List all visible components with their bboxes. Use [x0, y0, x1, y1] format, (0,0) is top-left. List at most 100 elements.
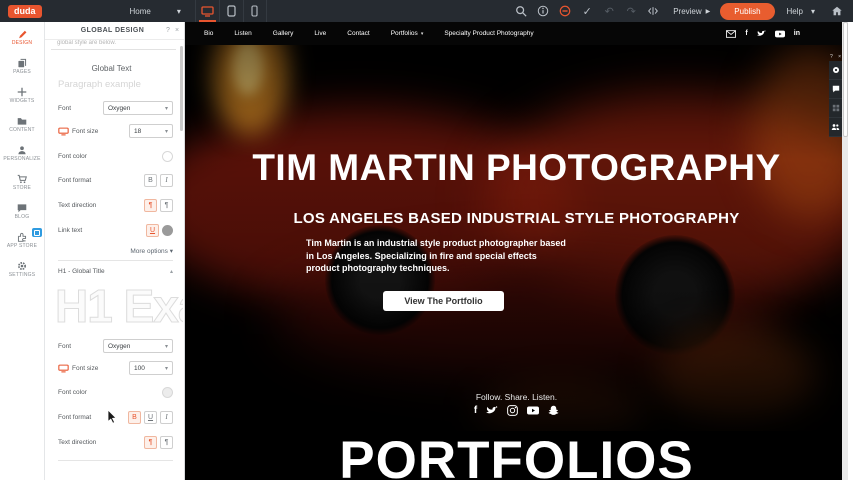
- preview-button[interactable]: Preview ▶: [673, 7, 710, 16]
- h1-font-size-select[interactable]: 100 ▾: [129, 361, 173, 375]
- nav-link-specialty[interactable]: Specialty Product Photography: [444, 30, 533, 37]
- rail-close-icon[interactable]: ×: [838, 54, 841, 60]
- nav-link-listen[interactable]: Listen: [234, 30, 251, 37]
- nav-link-gallery[interactable]: Gallery: [273, 30, 294, 37]
- text-direction-rtl-button[interactable]: ¶: [160, 436, 173, 449]
- sidebar-item-blog[interactable]: BLOG: [0, 198, 44, 225]
- sidebar-item-label: STORE: [13, 185, 31, 191]
- linkedin-icon[interactable]: in: [794, 30, 800, 37]
- facebook-icon[interactable]: f: [745, 30, 747, 37]
- layers-icon[interactable]: [829, 99, 842, 118]
- font-label: Font: [58, 105, 71, 112]
- undo-icon[interactable]: ↶: [599, 1, 619, 21]
- bold-button[interactable]: B: [128, 411, 141, 424]
- text-direction-rtl-button[interactable]: ¶: [160, 199, 173, 212]
- top-bar: duda Home ▾: [0, 0, 853, 22]
- sidebar-item-label: WIDGETS: [10, 98, 35, 104]
- paragraph-font-size-select[interactable]: 18 ▾: [129, 124, 173, 138]
- chevron-down-icon: ▾: [165, 365, 168, 372]
- text-direction-ltr-button[interactable]: ¶: [144, 436, 157, 449]
- help-button[interactable]: Help ▾: [787, 7, 815, 16]
- site-preview-canvas: Bio Listen Gallery Live Contact Portfoli…: [185, 22, 848, 480]
- italic-button[interactable]: I: [160, 174, 173, 187]
- nav-link-bio[interactable]: Bio: [204, 30, 213, 37]
- link-color-swatch[interactable]: [162, 225, 173, 236]
- tablet-view-button[interactable]: [219, 0, 243, 22]
- youtube-icon[interactable]: [527, 406, 539, 415]
- page-selector[interactable]: Home ▾: [130, 7, 181, 16]
- link-underline-button[interactable]: U: [146, 224, 159, 237]
- publish-button[interactable]: Publish: [720, 3, 774, 20]
- play-icon: ▶: [706, 8, 711, 15]
- dev-mode-icon[interactable]: [643, 1, 663, 21]
- font-color-label: Font color: [58, 153, 87, 160]
- sidebar-item-content[interactable]: CONTENT: [0, 111, 44, 138]
- desktop-icon: [201, 6, 214, 17]
- chevron-down-icon: ▾: [811, 7, 815, 16]
- info-icon[interactable]: [533, 1, 553, 21]
- paragraph-font-select[interactable]: Oxygen ▾: [103, 101, 173, 115]
- app-store-badge: [32, 228, 42, 237]
- panel-title: GLOBAL DESIGN: [45, 27, 166, 34]
- sidebar-item-personalize[interactable]: PERSONALIZE: [0, 140, 44, 167]
- home-icon[interactable]: [827, 1, 847, 21]
- sidebar-item-settings[interactable]: SETTINGS: [0, 256, 44, 283]
- facebook-icon[interactable]: f: [474, 405, 477, 416]
- panel-close-icon[interactable]: ×: [175, 27, 184, 34]
- preview-label: Preview: [673, 7, 701, 16]
- nav-social-icons: f in: [726, 30, 848, 38]
- rail-help-icon[interactable]: ?: [830, 54, 833, 60]
- search-icon[interactable]: [511, 1, 531, 21]
- nav-link-portfolios[interactable]: Portfolios ▾: [391, 30, 424, 37]
- person-icon: [17, 145, 27, 155]
- desktop-view-button[interactable]: [195, 0, 219, 22]
- target-icon[interactable]: [829, 61, 842, 80]
- pages-icon: [17, 58, 27, 68]
- app-window: duda Home ▾: [0, 0, 853, 480]
- twitter-icon[interactable]: [486, 406, 498, 416]
- snapchat-icon[interactable]: [548, 405, 559, 416]
- h1-font-color-row: Font color: [58, 384, 173, 400]
- mail-icon[interactable]: [726, 30, 736, 38]
- editor-side-rail: ? ×: [829, 54, 842, 137]
- more-options-link[interactable]: More options ▾: [130, 247, 173, 255]
- panel-scrollbar-thumb[interactable]: [180, 46, 183, 131]
- twitter-icon[interactable]: [757, 30, 766, 38]
- underline-button[interactable]: U: [144, 411, 157, 424]
- chevron-down-icon: ▾: [170, 248, 173, 255]
- instagram-icon[interactable]: [507, 405, 518, 416]
- preview-scrollbar[interactable]: [842, 22, 848, 480]
- page-selector-label: Home: [130, 7, 151, 16]
- sidebar-item-pages[interactable]: PAGES: [0, 53, 44, 80]
- mobile-view-button[interactable]: [243, 0, 267, 22]
- team-icon[interactable]: [829, 118, 842, 137]
- italic-button[interactable]: I: [160, 411, 173, 424]
- sidebar-item-design[interactable]: DESIGN: [0, 24, 44, 51]
- nav-link-live[interactable]: Live: [314, 30, 326, 37]
- speech-bubble-icon: [17, 203, 27, 213]
- sidebar-item-app-store[interactable]: APP STORE: [0, 227, 44, 254]
- text-direction-ltr-button[interactable]: ¶: [144, 199, 157, 212]
- paragraph-font-color-swatch[interactable]: [162, 151, 173, 162]
- panel-help-icon[interactable]: ?: [166, 27, 175, 34]
- view-portfolio-button[interactable]: View The Portfolio: [383, 291, 504, 311]
- paragraph-font-format-row: Font format B I: [58, 172, 173, 188]
- nav-link-contact[interactable]: Contact: [347, 30, 369, 37]
- h1-font-color-swatch[interactable]: [162, 387, 173, 398]
- hero-description: Tim Martin is an industrial style produc…: [306, 237, 566, 275]
- duda-logo[interactable]: duda: [8, 5, 42, 18]
- youtube-icon[interactable]: [775, 30, 785, 38]
- h1-font-select[interactable]: Oxygen ▾: [103, 339, 173, 353]
- help-label: Help: [787, 7, 803, 16]
- h1-section-header[interactable]: H1 - Global Title ▴: [58, 268, 173, 275]
- preview-scrollbar-thumb[interactable]: [843, 22, 848, 137]
- status-icon[interactable]: [555, 1, 575, 21]
- comments-icon[interactable]: [829, 80, 842, 99]
- sidebar-item-store[interactable]: STORE: [0, 169, 44, 196]
- text-direction-label: Text direction: [58, 202, 96, 209]
- redo-icon[interactable]: ↷: [621, 1, 641, 21]
- sidebar-item-widgets[interactable]: WIDGETS: [0, 82, 44, 109]
- bold-button[interactable]: B: [144, 174, 157, 187]
- check-icon[interactable]: ✓: [577, 1, 597, 21]
- paragraph-style-preview: Paragraph example: [58, 79, 141, 90]
